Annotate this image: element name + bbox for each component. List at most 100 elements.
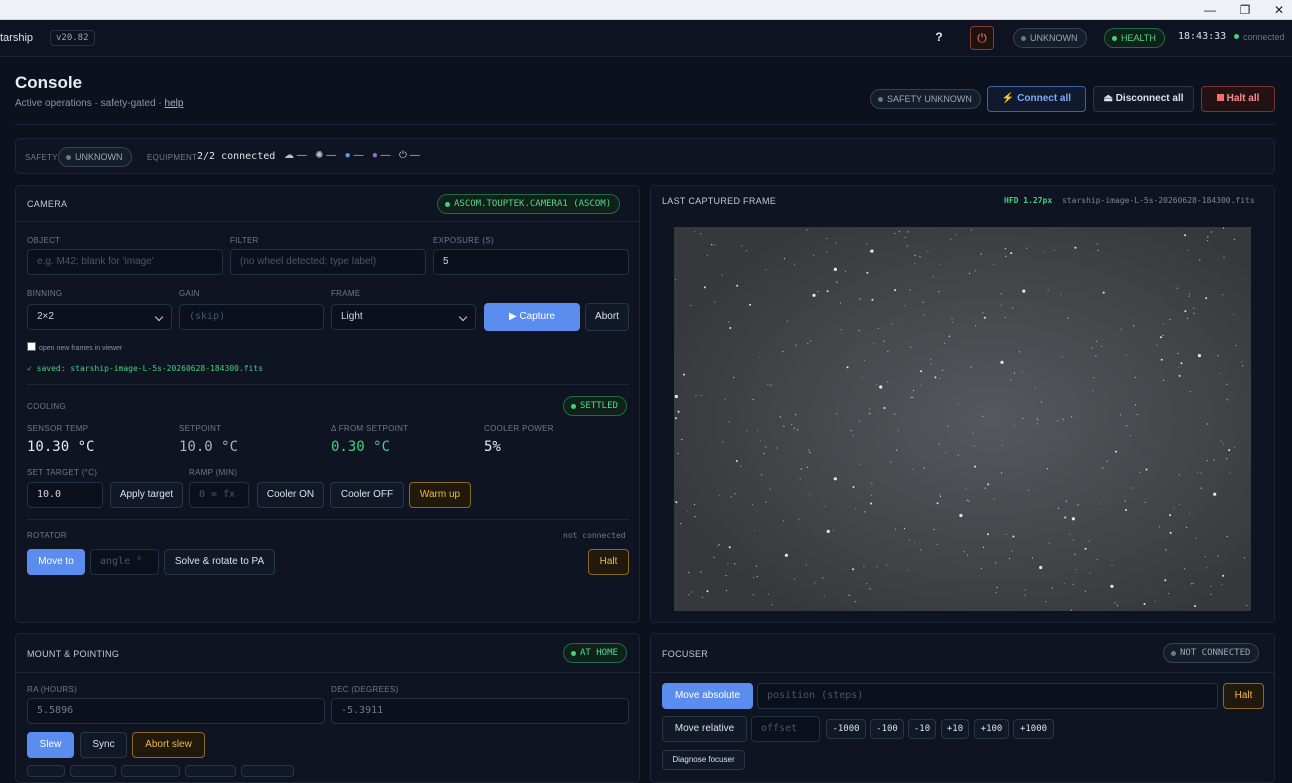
star-field-image[interactable] [674,227,1251,611]
star [894,413,896,415]
cooler-on-button[interactable]: Cooler ON [257,482,324,508]
star [996,586,998,589]
abort-slew-button[interactable]: Abort slew [132,732,205,758]
star [1010,379,1012,381]
mount-extra-button[interactable] [121,765,180,777]
star [745,250,748,252]
gain-input[interactable]: (skip) [179,304,324,330]
step-minus-10-button[interactable]: -10 [908,719,936,739]
star [1070,609,1072,611]
ramp-input[interactable]: 0 = fx [189,482,249,508]
focuser-halt-button[interactable]: Halt [1223,683,1264,709]
capture-button[interactable]: ▶ Capture [484,303,580,331]
move-to-button[interactable]: Move to [27,549,85,575]
mount-at-home-badge: AT HOME [563,643,627,663]
star [1178,503,1180,505]
slew-button[interactable]: Slew [27,732,74,758]
star [711,244,713,246]
cooler-off-button[interactable]: Cooler OFF [330,482,404,508]
object-input[interactable]: e.g. M42; blank for 'image' [27,249,223,275]
star [852,434,854,436]
frame-filename: starship-image-L-5s-20260628-184300.fits [1062,196,1255,205]
star [681,438,683,441]
rotator-halt-button[interactable]: Halt [588,549,629,575]
star [870,502,872,505]
mount-extra-button[interactable] [27,765,65,777]
angle-input[interactable]: angle ° [90,549,159,575]
star [674,279,677,281]
star [701,596,704,598]
star [1133,325,1135,327]
star [972,432,974,434]
star [1206,423,1208,425]
warm-up-button[interactable]: Warm up [409,482,471,508]
abort-button[interactable]: Abort [585,303,629,331]
step-plus-1000-button[interactable]: +1000 [1013,719,1054,739]
star [1217,355,1219,357]
step-minus-1000-button[interactable]: -1000 [826,719,866,739]
star [741,245,743,247]
diagnose-focuser-button[interactable]: Diagnose focuser [662,750,745,770]
star [722,441,724,443]
star [1047,289,1049,291]
focuser-status-badge: NOT CONNECTED [1163,643,1260,663]
sync-button[interactable]: Sync [80,732,127,758]
star [1178,374,1181,377]
star [887,350,889,352]
star [866,243,868,245]
star [840,329,842,331]
move-relative-button[interactable]: Move relative [662,716,747,742]
dec-input[interactable]: -5.3911 [331,698,629,724]
star [839,302,841,304]
solve-rotate-button[interactable]: Solve & rotate to PA [164,549,275,575]
frame-select[interactable]: Light [331,304,476,330]
target-temp-input[interactable]: 10.0 [27,482,103,508]
halt-all-button[interactable]: Halt all [1201,86,1275,112]
power-icon[interactable]: ⏻ [970,26,994,50]
close-icon[interactable]: ✕ [1264,0,1292,20]
offset-input[interactable]: offset [751,716,820,742]
star [848,594,850,596]
mount-extra-button[interactable] [70,765,116,777]
star [795,344,797,346]
mount-extra-button[interactable] [185,765,236,777]
move-absolute-button[interactable]: Move absolute [662,683,753,709]
star [752,577,755,579]
filter-input[interactable]: (no wheel detected; type label) [230,249,426,275]
star [1008,557,1011,560]
star [980,567,982,570]
maximize-icon[interactable]: ❐ [1230,0,1260,20]
star [779,416,781,418]
step-plus-100-button[interactable]: +100 [974,719,1009,739]
clock: 18:43:33 [1178,31,1227,42]
help-link[interactable]: help [165,98,184,109]
star [852,568,855,571]
health-pill[interactable]: HEALTH [1104,28,1165,48]
ra-input[interactable]: 5.5896 [27,698,325,724]
exposure-input[interactable]: 5 [433,249,629,275]
disconnect-all-button[interactable]: ⏏ Disconnect all [1093,86,1194,112]
rotator-status: not connected [563,531,626,540]
minimize-icon[interactable]: — [1195,0,1225,20]
star [1065,500,1067,502]
star [1169,514,1172,517]
star [735,460,738,462]
step-plus-10-button[interactable]: +10 [941,719,969,739]
star [1180,362,1183,365]
star [757,430,759,432]
open-frames-checkbox[interactable] [27,342,36,351]
star [1026,247,1028,249]
binning-select[interactable]: 2×2 [27,304,172,330]
star [920,384,922,386]
star [1012,535,1015,538]
connect-all-button[interactable]: ⚡ Connect all [987,86,1086,112]
apply-target-button[interactable]: Apply target [110,482,183,508]
star [1162,334,1164,336]
star [1213,459,1215,461]
star [1206,567,1208,569]
star [1168,592,1170,595]
position-input[interactable]: position (steps) [757,683,1218,709]
help-icon[interactable]: ? [927,26,951,50]
step-minus-100-button[interactable]: -100 [870,719,904,739]
mount-extra-button[interactable] [241,765,294,777]
